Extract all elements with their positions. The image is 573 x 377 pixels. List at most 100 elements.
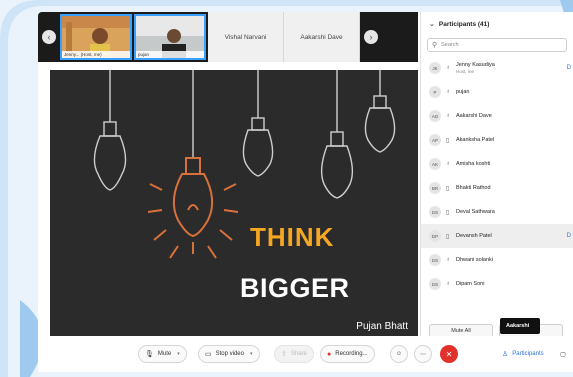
name-tile-aakarshi[interactable]: Aakarshi Dave [284,12,360,62]
participant-name: Bhakti Rathod [456,185,491,192]
participant-row[interactable]: AD ♁ Aakarshi Dave [421,104,573,128]
avatar: AP [429,134,441,146]
video-tile-caption: pujan [136,51,204,58]
participant-search-input[interactable]: ⚲ Search [427,38,567,52]
smiley-icon: ☺ [395,351,403,357]
participant-name-text: Amisha koshti [456,160,491,167]
participant-name: pujan [456,89,469,96]
avatar: DS [429,206,441,218]
avatar: JK [429,62,441,74]
strip-next-button[interactable]: › [364,30,378,44]
microphone-icon: 🎙 [145,351,154,358]
chevron-down-icon: ▾ [249,351,253,357]
record-icon: ● [327,350,332,358]
chat-button[interactable]: ▢ [554,345,572,363]
participant-name: Dhwani solanki [456,257,493,264]
avatar: DS [429,278,441,290]
participant-name: Akanksha Patel [456,137,494,144]
video-tile-host[interactable]: Jenny... (Host, me) [60,14,132,60]
participant-row[interactable]: P ♁ pujan [421,80,573,104]
participants-toggle-button[interactable]: ♙ Participants [496,345,550,363]
participants-title: Participants (41) [438,20,490,28]
share-button[interactable]: ⇪ Share [274,345,314,363]
participant-name-text: Aakarshi Dave [456,112,492,119]
device-icon: ▯ [446,185,450,192]
shared-slide: THINK BIGGER Pujan Bhatt [50,70,418,342]
share-label: Share [290,351,307,357]
person-icon: ♙ [502,351,509,358]
participant-row[interactable]: AK ♁ Amisha koshti [421,152,573,176]
participant-role: Host, me [456,68,475,74]
name-tile-vishal[interactable]: Vishal Narvani [208,12,284,62]
chevron-left-icon: ‹ [47,32,51,42]
participant-row[interactable]: BR ▯ Bhakti Rathod [421,176,573,200]
participant-row[interactable]: JK ♁ Jenny Kasudiya Host, me D [421,56,573,80]
avatar: DS [429,254,441,266]
mute-button[interactable]: 🎙 Mute ▾ [138,345,187,363]
strip-prev-button[interactable]: ‹ [42,30,56,44]
chat-icon: ▢ [560,351,566,358]
participant-tag: D [566,233,571,239]
participant-name-text: Devansh Patel [456,232,492,239]
participant-row[interactable]: DS ▯ Deval Sathwara [421,200,573,224]
microphone-icon: ♁ [446,113,451,119]
slide-headline-think: THINK [250,222,335,252]
recording-label: Recording... [335,351,368,357]
name-tile-label: Aakarshi Dave [300,33,343,41]
avatar: AK [429,158,441,170]
meeting-window: ‹ Jenny... (Host, me) pujan Vishal Narva… [38,12,573,364]
slide-presenter-name: Pujan Bhatt [356,321,408,332]
participant-name: Devansh Patel [456,233,492,240]
participant-row[interactable]: AP ▯ Akanksha Patel [421,128,573,152]
participants-panel: ⌄ Participants (41) ⚲ Search JK ♁ Jenny Ka… [420,12,573,342]
close-icon: ✕ [445,349,453,359]
avatar: P [429,86,441,98]
microphone-icon: ♁ [446,257,451,263]
share-icon: ⇪ [281,351,287,358]
microphone-icon: ♁ [446,161,451,167]
meeting-toolbar: 🎙 Mute ▾ ▭ Stop video ▾ ⇪ Share ● Record… [38,336,573,372]
device-icon: ▯ [446,209,450,216]
video-tile-caption: Jenny... (Host, me) [62,51,130,58]
microphone-icon: ♁ [446,89,451,95]
participant-name: Amisha koshti [456,161,490,168]
video-camera-icon: ▭ [205,351,212,358]
participant-tag: D [566,65,571,71]
participant-name-text: Dhwani solanki [456,256,493,263]
stop-video-label: Stop video [215,351,244,357]
video-tile-pujan[interactable]: pujan [134,14,206,60]
name-tile-label: Vishal Narvani [224,33,267,41]
search-placeholder: Search [441,42,459,48]
slide-headline-bigger: BIGGER [240,273,350,303]
mute-label: Mute [157,351,172,357]
participants-header[interactable]: ⌄ Participants (41) [421,12,573,36]
avatar: AD [429,110,441,122]
microphone-icon: ♁ [446,65,451,71]
participants-toggle-label: Participants [512,351,544,357]
recording-button[interactable]: ● Recording... [320,345,375,363]
participant-name: Aakarshi Dave [456,113,492,120]
stop-video-button[interactable]: ▭ Stop video ▾ [198,345,260,363]
device-icon: ▯ [446,233,450,240]
participant-list: JK ♁ Jenny Kasudiya Host, me D P ♁ pujan AD ♁ Aaka… [421,56,573,296]
participant-row[interactable]: DS ♁ Dhwani solanki [421,248,573,272]
chevron-down-icon: ▾ [177,351,180,357]
reactions-button[interactable]: ☺ [390,345,408,363]
light-bulbs-illustration [93,70,396,259]
video-strip: ‹ Jenny... (Host, me) pujan Vishal Narva… [38,12,418,62]
search-icon: ⚲ [432,42,438,49]
participant-row[interactable]: DP ▯ Devansh Patel D [421,224,573,248]
participant-name-tooltip: Aakarshi [500,318,540,334]
more-options-button[interactable]: ⋯ [414,345,432,363]
participant-name: Jenny Kasudiya Host, me [456,62,495,74]
participant-row[interactable]: DS ♁ Dipam Soni [421,272,573,296]
participant-name-text: Deval Sathwara [456,208,495,215]
participant-name: Dipam Soni [456,281,484,288]
end-meeting-button[interactable]: ✕ [440,345,458,363]
participant-name-text: Bhakti Rathod [456,184,491,191]
avatar: DP [429,230,441,242]
chevron-down-icon: ⌄ [429,21,435,28]
device-icon: ▯ [446,137,450,144]
chevron-right-icon: › [369,32,373,42]
participant-name-text: pujan [456,88,470,95]
